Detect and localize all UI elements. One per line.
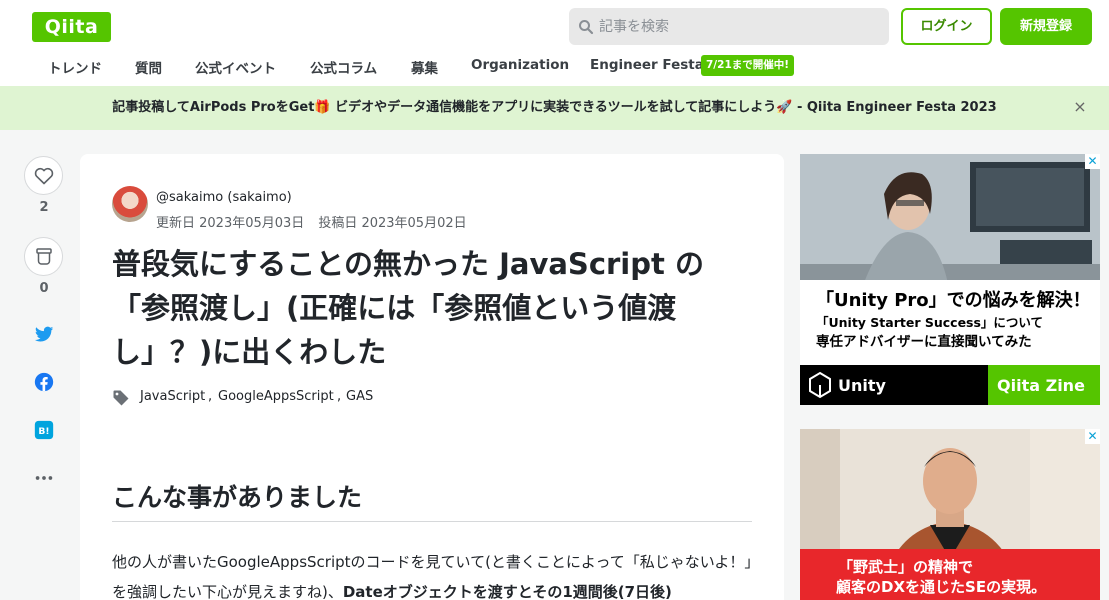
article-title: 普段気にすることの無かった JavaScript の「参照渡し」(正確には「参照… (112, 247, 704, 369)
stock-icon (36, 248, 52, 265)
tag-separator: , (208, 389, 213, 404)
author-avatar[interactable] (112, 186, 148, 222)
search-box[interactable] (569, 8, 889, 45)
signup-button[interactable]: 新規登録 (1000, 8, 1092, 45)
more-options-icon[interactable] (33, 467, 55, 489)
ad-unity-image: 「Unity Pro」での悩みを解決！ 「Unity Starter Succe… (800, 154, 1100, 405)
ad-qiita-zine-brand: Qiita Zine (997, 376, 1085, 395)
main-nav: トレンド 質問 公式イベント 公式コラム 募集 Organization Eng… (0, 52, 1109, 82)
like-button[interactable] (24, 156, 63, 195)
tag-googleappsscript[interactable]: GoogleAppsScript (218, 389, 334, 404)
ad-nobushi-headline: 「野武士」の精神で (838, 558, 973, 576)
section-heading: こんな事がありました (112, 483, 363, 512)
tag-separator: , (337, 389, 342, 404)
tag-gas[interactable]: GAS (346, 389, 373, 404)
nav-item-recruit[interactable]: 募集 (411, 57, 438, 77)
ad-choices-icon[interactable]: ✕ (1085, 154, 1100, 169)
author-name[interactable]: @sakaimo (sakaimo) (156, 190, 292, 205)
svg-text:B!: B! (38, 426, 49, 437)
tag-icon (113, 390, 129, 406)
ad-nobushi-subline: 顧客のDXを通じたSEの実現。 (836, 578, 1046, 596)
article-dates: 更新日 2023年05月03日 投稿日 2023年05月02日 (156, 212, 481, 231)
article-paragraph: 他の人が書いたGoogleAppsScriptのコードを見ていて(と書くことによ… (112, 547, 752, 600)
ad-unity-headline: 「Unity Pro」での悩みを解決！ (816, 289, 1091, 311)
stock-count: 0 (39, 281, 49, 296)
twitter-icon[interactable] (33, 323, 55, 345)
close-icon[interactable]: × (1072, 99, 1088, 115)
login-button[interactable]: ログイン (901, 8, 992, 45)
posted-date: 投稿日 2023年05月02日 (318, 216, 467, 231)
heart-icon (34, 167, 54, 185)
site-header: Qiita ログイン 新規登録 トレンド 質問 公式イベント 公式コラム 募集 … (0, 0, 1109, 86)
festa-badge: 7/21まで開催中! (701, 55, 795, 76)
qiita-logo[interactable]: Qiita (32, 12, 111, 42)
updated-date: 更新日 2023年05月03日 (156, 216, 305, 231)
nav-item-questions[interactable]: 質問 (135, 57, 162, 77)
banner-text[interactable]: 記事投稿してAirPods ProをGet🎁 ビデオやデータ通信機能をアプリに実… (0, 86, 1109, 130)
heading-divider (112, 521, 752, 522)
tag-javascript[interactable]: JavaScript (140, 389, 205, 404)
hatena-bookmark-icon[interactable]: B! (33, 419, 55, 441)
search-icon (579, 20, 594, 35)
nav-item-engineer-festa[interactable]: Engineer Festa (590, 57, 704, 73)
search-input[interactable] (599, 8, 884, 45)
ad-choices-icon[interactable]: ✕ (1085, 429, 1100, 444)
nav-item-trend[interactable]: トレンド (48, 57, 102, 77)
announcement-banner: 記事投稿してAirPods ProをGet🎁 ビデオやデータ通信機能をアプリに実… (0, 86, 1109, 130)
ad-unity[interactable]: 「Unity Pro」での悩みを解決！ 「Unity Starter Succe… (800, 154, 1100, 405)
ad-unity-brand: Unity (838, 376, 887, 395)
ad-nobushi-image: 「野武士」の精神で 顧客のDXを通じたSEの実現。 (800, 429, 1100, 600)
nav-item-organization[interactable]: Organization (471, 57, 569, 73)
ad-unity-subline2: 専任アドバイザーに直接聞いてみた (816, 333, 1032, 350)
like-count: 2 (39, 200, 49, 215)
stock-button[interactable] (24, 237, 63, 276)
paragraph-bold-text: Dateオブジェクトを渡すとその1週間後(7日後) (342, 583, 672, 600)
facebook-icon[interactable] (33, 371, 55, 393)
nav-item-official-events[interactable]: 公式イベント (195, 57, 276, 77)
ad-unity-subline: 「Unity Starter Success」について (816, 315, 1043, 330)
ad-nobushi[interactable]: 「野武士」の精神で 顧客のDXを通じたSEの実現。 ✕ (800, 429, 1100, 600)
nav-item-official-columns[interactable]: 公式コラム (310, 57, 377, 77)
